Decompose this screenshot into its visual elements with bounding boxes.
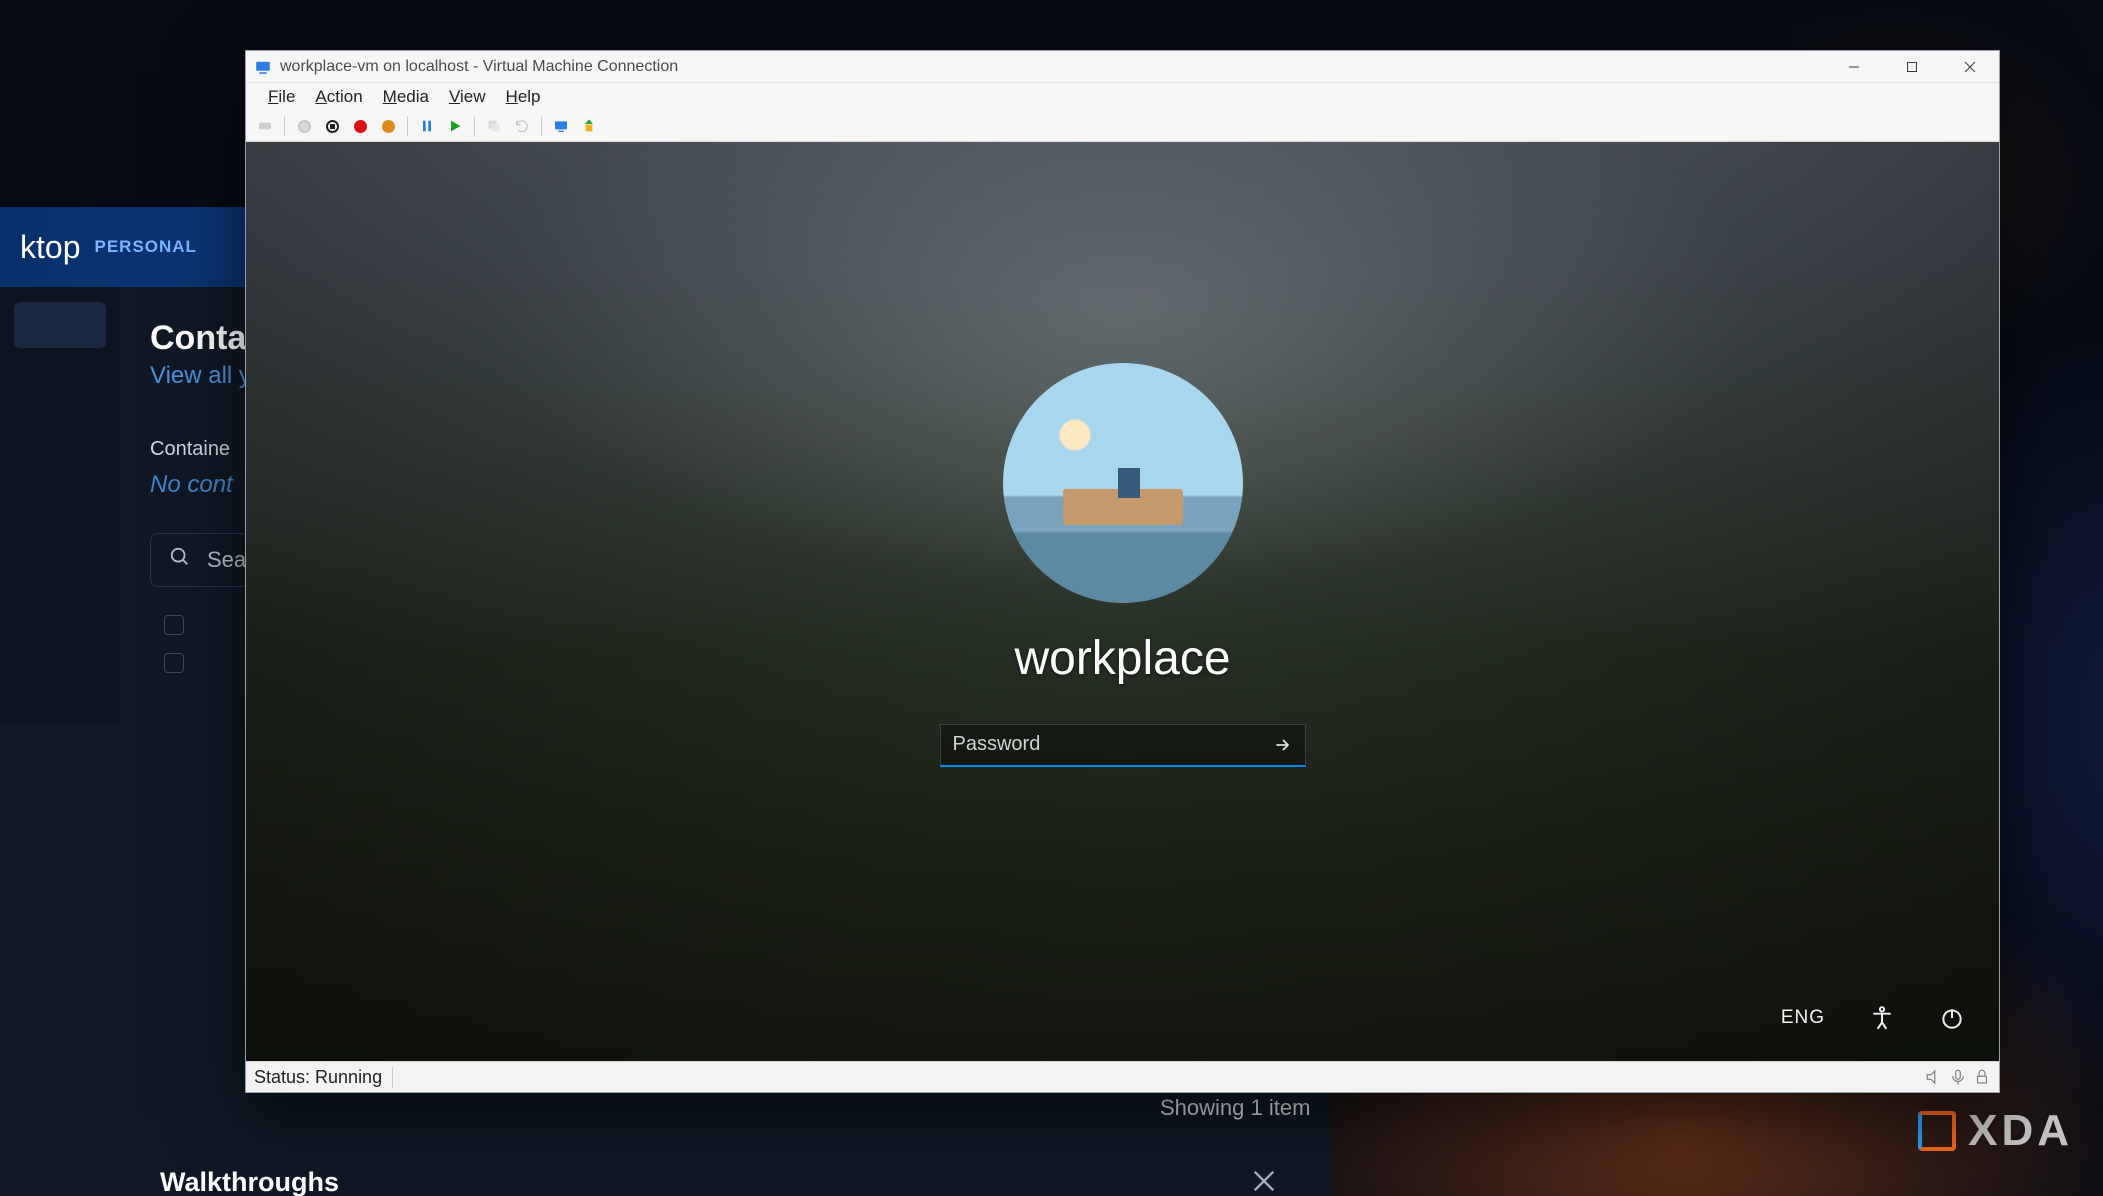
username-label: workplace: [1014, 631, 1230, 686]
menu-media[interactable]: Media: [373, 85, 439, 109]
toolbar-resume-button[interactable]: [442, 113, 468, 139]
vmc-window: workplace-vm on localhost - Virtual Mach…: [245, 50, 2000, 1093]
walkthroughs-heading: Walkthroughs: [160, 1167, 339, 1196]
menu-help[interactable]: Help: [496, 85, 551, 109]
microphone-icon: [1949, 1068, 1967, 1086]
toolbar-share-button[interactable]: [576, 113, 602, 139]
toolbar-separator: [407, 116, 408, 136]
toolbar-revert-button[interactable]: [509, 113, 535, 139]
toolbar-shutdown-button[interactable]: [375, 113, 401, 139]
docker-sidebar: [0, 287, 120, 723]
vmc-titlebar: workplace-vm on localhost - Virtual Mach…: [246, 51, 1999, 83]
xda-watermark: XDA: [1918, 1106, 2073, 1156]
power-button[interactable]: [1939, 1005, 1965, 1031]
vmc-toolbar: [246, 111, 1999, 142]
window-minimize-button[interactable]: [1825, 51, 1883, 83]
search-placeholder: Sea: [207, 547, 246, 573]
toolbar-start-button[interactable]: [291, 113, 317, 139]
xda-logo-text: XDA: [1968, 1106, 2073, 1156]
speaker-icon: [1925, 1068, 1943, 1086]
password-submit-button[interactable]: [1261, 725, 1305, 765]
toolbar-separator: [284, 116, 285, 136]
window-title: workplace-vm on localhost - Virtual Mach…: [280, 58, 1825, 76]
input-language-button[interactable]: ENG: [1781, 1007, 1825, 1029]
window-close-button[interactable]: [1941, 51, 1999, 83]
menu-action[interactable]: Action: [305, 85, 372, 109]
walkthroughs-close-button[interactable]: [1250, 1167, 1278, 1195]
search-icon: [169, 546, 191, 574]
toolbar-pause-button[interactable]: [414, 113, 440, 139]
password-input[interactable]: [941, 733, 1261, 756]
toolbar-separator: [541, 116, 542, 136]
sidebar-item-containers[interactable]: [14, 302, 106, 348]
docker-edition-tag: PERSONAL: [94, 237, 196, 257]
vmc-app-icon: [254, 58, 272, 76]
user-avatar: [1003, 363, 1243, 603]
results-count: Showing 1 item: [1160, 1095, 1360, 1121]
toolbar-turn-off-button[interactable]: [347, 113, 373, 139]
row-checkbox[interactable]: [164, 653, 184, 673]
toolbar-enhanced-session-button[interactable]: [548, 113, 574, 139]
toolbar-stop-button[interactable]: [319, 113, 345, 139]
window-maximize-button[interactable]: [1883, 51, 1941, 83]
docker-brand: ktop: [20, 229, 80, 266]
menu-file[interactable]: File: [258, 85, 305, 109]
vmc-menubar: File Action Media View Help: [246, 83, 1999, 111]
vm-display[interactable]: workplace ENG: [246, 142, 1999, 1061]
status-text: Status: Running: [254, 1067, 393, 1088]
select-all-checkbox[interactable]: [164, 615, 184, 635]
vmc-statusbar: Status: Running: [246, 1061, 1999, 1092]
toolbar-separator: [474, 116, 475, 136]
menu-view[interactable]: View: [439, 85, 496, 109]
toolbar-ctrl-alt-del-button[interactable]: [252, 113, 278, 139]
toolbar-checkpoint-button[interactable]: [481, 113, 507, 139]
accessibility-button[interactable]: [1869, 1005, 1895, 1031]
lock-icon: [1973, 1068, 1991, 1086]
xda-logo-icon: [1918, 1111, 1956, 1151]
